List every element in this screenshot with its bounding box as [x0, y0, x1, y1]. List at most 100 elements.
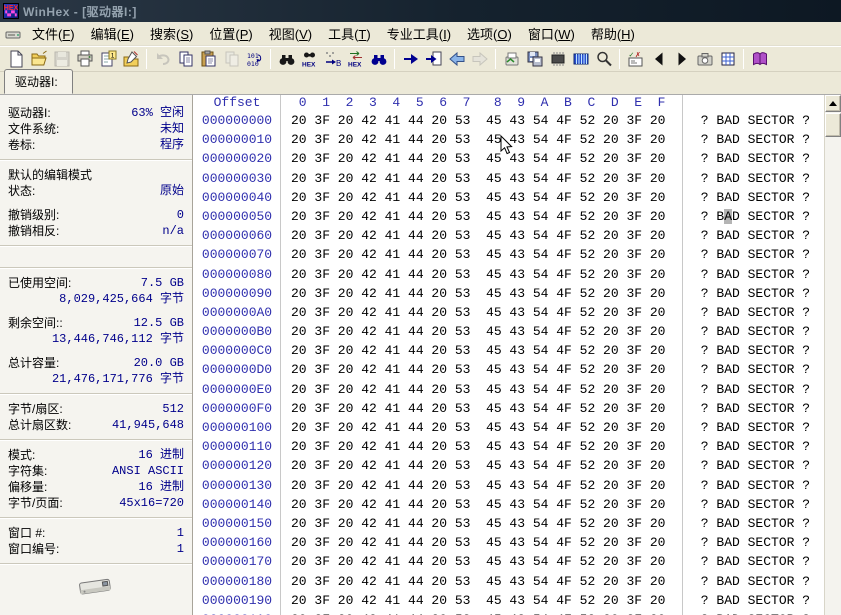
row-ascii[interactable]: ? BAD SECTOR ?	[693, 284, 818, 303]
hex-row[interactable]: 00000013020 3F 20 42 41 44 20 53 45 43 5…	[193, 476, 841, 495]
hex-row[interactable]: 00000011020 3F 20 42 41 44 20 53 45 43 5…	[193, 437, 841, 456]
menu-item-f[interactable]: 文件(F)	[24, 22, 83, 45]
row-ascii[interactable]: ? BAD SECTOR ?	[693, 591, 818, 610]
new-document-icon[interactable]	[4, 48, 27, 70]
row-ascii[interactable]: ? BAD SECTOR ?	[693, 341, 818, 360]
forward-icon[interactable]	[468, 48, 491, 70]
row-ascii[interactable]: ? BAD SECTOR ?	[693, 514, 818, 533]
row-bytes[interactable]: 20 3F 20 42 41 44 20 53 45 43 54 4F 52 2…	[291, 552, 665, 571]
interpreter-icon[interactable]	[569, 48, 592, 70]
jump-icon[interactable]	[399, 48, 422, 70]
hex-row[interactable]: 00000015020 3F 20 42 41 44 20 53 45 43 5…	[193, 514, 841, 533]
hex-row[interactable]: 00000009020 3F 20 42 41 44 20 53 45 43 5…	[193, 284, 841, 303]
row-bytes[interactable]: 20 3F 20 42 41 44 20 53 45 43 54 4F 52 2…	[291, 245, 665, 264]
goto-offset-icon[interactable]: B	[321, 48, 344, 70]
hex-row[interactable]: 00000018020 3F 20 42 41 44 20 53 45 43 5…	[193, 572, 841, 591]
hex-row[interactable]: 00000017020 3F 20 42 41 44 20 53 45 43 5…	[193, 552, 841, 571]
menu-item-w[interactable]: 窗口(W)	[520, 22, 583, 45]
hex-row[interactable]: 0000000C020 3F 20 42 41 44 20 53 45 43 5…	[193, 341, 841, 360]
save-icon[interactable]	[50, 48, 73, 70]
help-book-icon[interactable]	[748, 48, 771, 70]
row-bytes[interactable]: 20 3F 20 42 41 44 20 53 45 43 54 4F 52 2…	[291, 284, 665, 303]
hex-row[interactable]: 0000001A020 3F 20 42 41 44 20 53 45 43 5…	[193, 610, 841, 615]
row-ascii[interactable]: ? BAD SECTOR ?	[693, 552, 818, 571]
row-bytes[interactable]: 20 3F 20 42 41 44 20 53 45 43 54 4F 52 2…	[291, 533, 665, 552]
menu-item-s[interactable]: 搜索(S)	[142, 22, 201, 45]
row-ascii[interactable]: ? BAD SECTOR ?	[693, 130, 818, 149]
row-ascii[interactable]: ? BAD SECTOR ?	[693, 610, 818, 615]
edit-template-icon[interactable]	[119, 48, 142, 70]
row-ascii[interactable]: ? BAD SECTOR ?	[693, 207, 818, 226]
hex-row[interactable]: 00000002020 3F 20 42 41 44 20 53 45 43 5…	[193, 149, 841, 168]
ram-editor-icon[interactable]	[546, 48, 569, 70]
hex-row[interactable]: 0000000F020 3F 20 42 41 44 20 53 45 43 5…	[193, 399, 841, 418]
undo-icon[interactable]	[151, 48, 174, 70]
scrollbar-thumb[interactable]	[825, 113, 841, 137]
row-bytes[interactable]: 20 3F 20 42 41 44 20 53 45 43 54 4F 52 2…	[291, 265, 665, 284]
hex-row[interactable]: 0000000E020 3F 20 42 41 44 20 53 45 43 5…	[193, 380, 841, 399]
paste-icon[interactable]	[197, 48, 220, 70]
row-bytes[interactable]: 20 3F 20 42 41 44 20 53 45 43 54 4F 52 2…	[291, 188, 665, 207]
menu-item-p[interactable]: 位置(P)	[201, 22, 260, 45]
vertical-scrollbar[interactable]	[824, 95, 841, 615]
convert-binary-icon[interactable]: 101010	[243, 48, 266, 70]
find-hex-icon[interactable]: HEX	[298, 48, 321, 70]
row-bytes[interactable]: 20 3F 20 42 41 44 20 53 45 43 54 4F 52 2…	[291, 303, 665, 322]
row-ascii[interactable]: ? BAD SECTOR ?	[693, 399, 818, 418]
hex-row[interactable]: 00000004020 3F 20 42 41 44 20 53 45 43 5…	[193, 188, 841, 207]
hex-row[interactable]: 0000000B020 3F 20 42 41 44 20 53 45 43 5…	[193, 322, 841, 341]
hex-row[interactable]: 0000000D020 3F 20 42 41 44 20 53 45 43 5…	[193, 360, 841, 379]
hex-row[interactable]: 00000003020 3F 20 42 41 44 20 53 45 43 5…	[193, 169, 841, 188]
row-bytes[interactable]: 20 3F 20 42 41 44 20 53 45 43 54 4F 52 2…	[291, 476, 665, 495]
tab-drive-i[interactable]: 驱动器I:	[4, 69, 73, 94]
menu-item-i[interactable]: 专业工具(I)	[379, 22, 459, 45]
row-ascii[interactable]: ? BAD SECTOR ?	[693, 322, 818, 341]
row-bytes[interactable]: 20 3F 20 42 41 44 20 53 45 43 54 4F 52 2…	[291, 322, 665, 341]
row-ascii[interactable]: ? BAD SECTOR ?	[693, 456, 818, 475]
replace-hex-icon[interactable]: HEX	[344, 48, 367, 70]
row-bytes[interactable]: 20 3F 20 42 41 44 20 53 45 43 54 4F 52 2…	[291, 360, 665, 379]
row-ascii[interactable]: ? BAD SECTOR ?	[693, 245, 818, 264]
row-ascii[interactable]: ? BAD SECTOR ?	[693, 380, 818, 399]
scroll-up-button[interactable]	[825, 95, 841, 112]
open-folder-icon[interactable]	[27, 48, 50, 70]
hex-row[interactable]: 00000016020 3F 20 42 41 44 20 53 45 43 5…	[193, 533, 841, 552]
row-ascii[interactable]: ? BAD SECTOR ?	[693, 437, 818, 456]
row-ascii[interactable]: ? BAD SECTOR ?	[693, 418, 818, 437]
row-bytes[interactable]: 20 3F 20 42 41 44 20 53 45 43 54 4F 52 2…	[291, 399, 665, 418]
hex-row[interactable]: 00000010020 3F 20 42 41 44 20 53 45 43 5…	[193, 418, 841, 437]
clipboard-copy-icon[interactable]	[220, 48, 243, 70]
row-ascii[interactable]: ? BAD SECTOR ?	[693, 169, 818, 188]
screenshot-icon[interactable]	[693, 48, 716, 70]
data-grid-icon[interactable]	[716, 48, 739, 70]
row-bytes[interactable]: 20 3F 20 42 41 44 20 53 45 43 54 4F 52 2…	[291, 572, 665, 591]
row-bytes[interactable]: 20 3F 20 42 41 44 20 53 45 43 54 4F 52 2…	[291, 610, 665, 615]
row-bytes[interactable]: 20 3F 20 42 41 44 20 53 45 43 54 4F 52 2…	[291, 341, 665, 360]
row-ascii[interactable]: ? BAD SECTOR ?	[693, 111, 818, 130]
row-ascii[interactable]: ? BAD SECTOR ?	[693, 303, 818, 322]
menu-item-h[interactable]: 帮助(H)	[583, 22, 643, 45]
back-icon[interactable]	[445, 48, 468, 70]
row-bytes[interactable]: 20 3F 20 42 41 44 20 53 45 43 54 4F 52 2…	[291, 514, 665, 533]
row-bytes[interactable]: 20 3F 20 42 41 44 20 53 45 43 54 4F 52 2…	[291, 495, 665, 514]
print-icon[interactable]	[73, 48, 96, 70]
find-next-icon[interactable]	[367, 48, 390, 70]
hex-row[interactable]: 00000019020 3F 20 42 41 44 20 53 45 43 5…	[193, 591, 841, 610]
row-bytes[interactable]: 20 3F 20 42 41 44 20 53 45 43 54 4F 52 2…	[291, 380, 665, 399]
row-ascii[interactable]: ? BAD SECTOR ?	[693, 533, 818, 552]
row-ascii[interactable]: ? BAD SECTOR ?	[693, 360, 818, 379]
row-bytes[interactable]: 20 3F 20 42 41 44 20 53 45 43 54 4F 52 2…	[291, 226, 665, 245]
open-disk-icon[interactable]	[500, 48, 523, 70]
menu-item-t[interactable]: 工具(T)	[320, 22, 379, 45]
row-ascii[interactable]: ? BAD SECTOR ?	[693, 572, 818, 591]
menu-item-o[interactable]: 选项(O)	[459, 22, 520, 45]
menu-item-e[interactable]: 编辑(E)	[83, 22, 142, 45]
row-bytes[interactable]: 20 3F 20 42 41 44 20 53 45 43 54 4F 52 2…	[291, 207, 665, 226]
row-ascii[interactable]: ? BAD SECTOR ?	[693, 149, 818, 168]
row-bytes[interactable]: 20 3F 20 42 41 44 20 53 45 43 54 4F 52 2…	[291, 456, 665, 475]
row-bytes[interactable]: 20 3F 20 42 41 44 20 53 45 43 54 4F 52 2…	[291, 591, 665, 610]
menu-item-v[interactable]: 视图(V)	[261, 22, 320, 45]
row-ascii[interactable]: ? BAD SECTOR ?	[693, 265, 818, 284]
find-icon[interactable]	[275, 48, 298, 70]
row-bytes[interactable]: 20 3F 20 42 41 44 20 53 45 43 54 4F 52 2…	[291, 130, 665, 149]
